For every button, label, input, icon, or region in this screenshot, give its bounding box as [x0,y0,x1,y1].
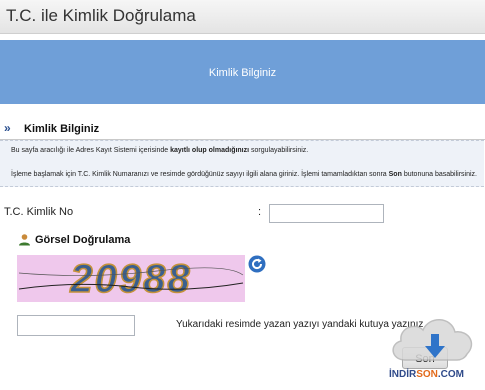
captcha-code-input[interactable] [17,315,135,336]
info-line-1: Bu sayfa aracılığı ile Adres Kayıt Siste… [11,147,309,154]
section-header: » Kimlik Bilginiz [0,120,485,140]
banner-text: Kimlik Bilginiz [208,67,277,79]
watermark-text: İNDİRSON.COM [389,369,465,380]
double-chevron-right-icon: » [4,121,11,135]
tc-kimlik-colon: : [258,206,262,218]
info-line-2: İşleme başlamak için T.C. Kimlik Numaran… [11,171,477,178]
cloud-download-icon [392,319,473,361]
refresh-icon[interactable] [248,255,266,273]
section-title: Kimlik Bilginiz [24,123,100,135]
person-icon [19,234,30,246]
captcha-image-graphic: 20988 [17,255,245,302]
site-watermark: İNDİRSON.COM [385,308,483,386]
header-banner: Kimlik Bilginiz [0,40,485,104]
captcha-code: 20988 [69,257,191,301]
window-titlebar: T.C. ile Kimlik Doğrulama [0,0,485,34]
tc-kimlik-input[interactable] [269,204,384,223]
window-title: T.C. ile Kimlik Doğrulama [6,6,196,25]
info-box: Bu sayfa aracılığı ile Adres Kayıt Siste… [0,140,484,187]
tc-kimlik-label: T.C. Kimlik No [4,206,74,218]
captcha-title: Görsel Doğrulama [35,234,131,246]
captcha-image: 20988 [17,255,245,302]
